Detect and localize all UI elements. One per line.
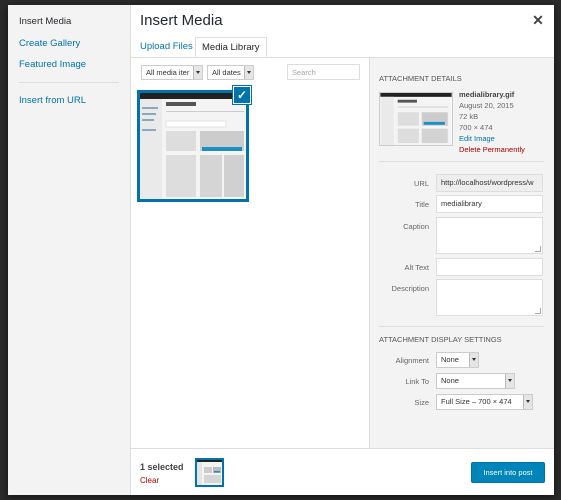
menu-item-insert-media[interactable]: Insert Media — [19, 16, 71, 27]
delete-permanently-link[interactable]: Delete Permanently — [459, 145, 525, 154]
url-label: URL — [413, 179, 429, 188]
size-label: Size — [414, 398, 429, 407]
edit-image-link[interactable]: Edit Image — [459, 134, 495, 143]
clear-selection-link[interactable]: Clear — [140, 476, 159, 485]
details-separator — [379, 161, 544, 162]
alt-text-label: Alt Text — [404, 263, 429, 272]
alt-text-field[interactable] — [436, 258, 543, 276]
media-menu — [8, 5, 131, 495]
tab-upload-files[interactable]: Upload Files — [134, 37, 199, 57]
url-field[interactable]: http://localhost/wordpress/w — [436, 174, 543, 192]
menu-item-insert-from-url[interactable]: Insert from URL — [19, 95, 86, 106]
alignment-label: Alignment — [395, 356, 429, 365]
chevron-down-icon — [469, 353, 478, 367]
details-thumbnail-graphic — [380, 93, 452, 145]
display-settings-heading: Attachment Display Settings — [379, 335, 502, 344]
chevron-down-icon — [505, 374, 514, 388]
description-label: Description — [391, 284, 429, 293]
modal-title: Insert Media — [140, 12, 223, 29]
chevron-down-icon — [523, 395, 532, 409]
settings-separator — [379, 326, 544, 327]
alignment-select[interactable]: None — [436, 352, 479, 368]
menu-separator — [19, 82, 119, 83]
chevron-down-icon — [244, 66, 253, 79]
link-to-label: Link To — [405, 377, 429, 386]
date-filter[interactable]: All dates — [207, 65, 254, 80]
description-textarea[interactable] — [436, 279, 543, 316]
attachment-details-heading: Attachment Details — [379, 74, 462, 83]
details-upload-date: August 20, 2015 — [459, 101, 514, 110]
details-dimensions: 700 × 474 — [459, 123, 493, 132]
caption-label: Caption — [403, 222, 429, 231]
menu-item-featured-image[interactable]: Featured Image — [19, 59, 86, 70]
alignment-value: None — [441, 355, 459, 364]
attachment-thumbnail-image — [140, 93, 246, 199]
title-label: Title — [415, 200, 429, 209]
attachment-tile-medialibrary[interactable] — [137, 90, 249, 202]
caption-textarea[interactable] — [436, 217, 543, 254]
insert-into-post-button[interactable]: Insert into post — [471, 462, 545, 483]
checkmark-icon[interactable]: ✓ — [233, 86, 251, 104]
details-thumbnail-image — [379, 92, 453, 146]
date-filter-value: All dates — [212, 68, 241, 77]
title-field[interactable]: medialibrary — [436, 195, 543, 213]
menu-item-create-gallery[interactable]: Create Gallery — [19, 38, 80, 49]
size-select[interactable]: Full Size – 700 × 474 — [436, 394, 533, 410]
chevron-down-icon — [193, 66, 202, 79]
media-type-filter-value: All media iter — [146, 68, 190, 77]
close-icon[interactable]: ✕ — [531, 13, 545, 27]
selected-thumbnail-graphic — [197, 460, 222, 485]
media-type-filter[interactable]: All media iter — [141, 65, 203, 80]
tab-media-library[interactable]: Media Library — [195, 37, 267, 57]
details-filename: medialibrary.gif — [459, 90, 515, 99]
search-input[interactable] — [287, 64, 360, 80]
link-to-value: None — [441, 376, 459, 385]
selection-count: 1 selected — [140, 462, 184, 472]
link-to-select[interactable]: None — [436, 373, 515, 389]
size-value: Full Size – 700 × 474 — [441, 397, 512, 406]
selected-item-thumbnail[interactable] — [195, 458, 224, 487]
details-file-size: 72 kB — [459, 112, 479, 121]
